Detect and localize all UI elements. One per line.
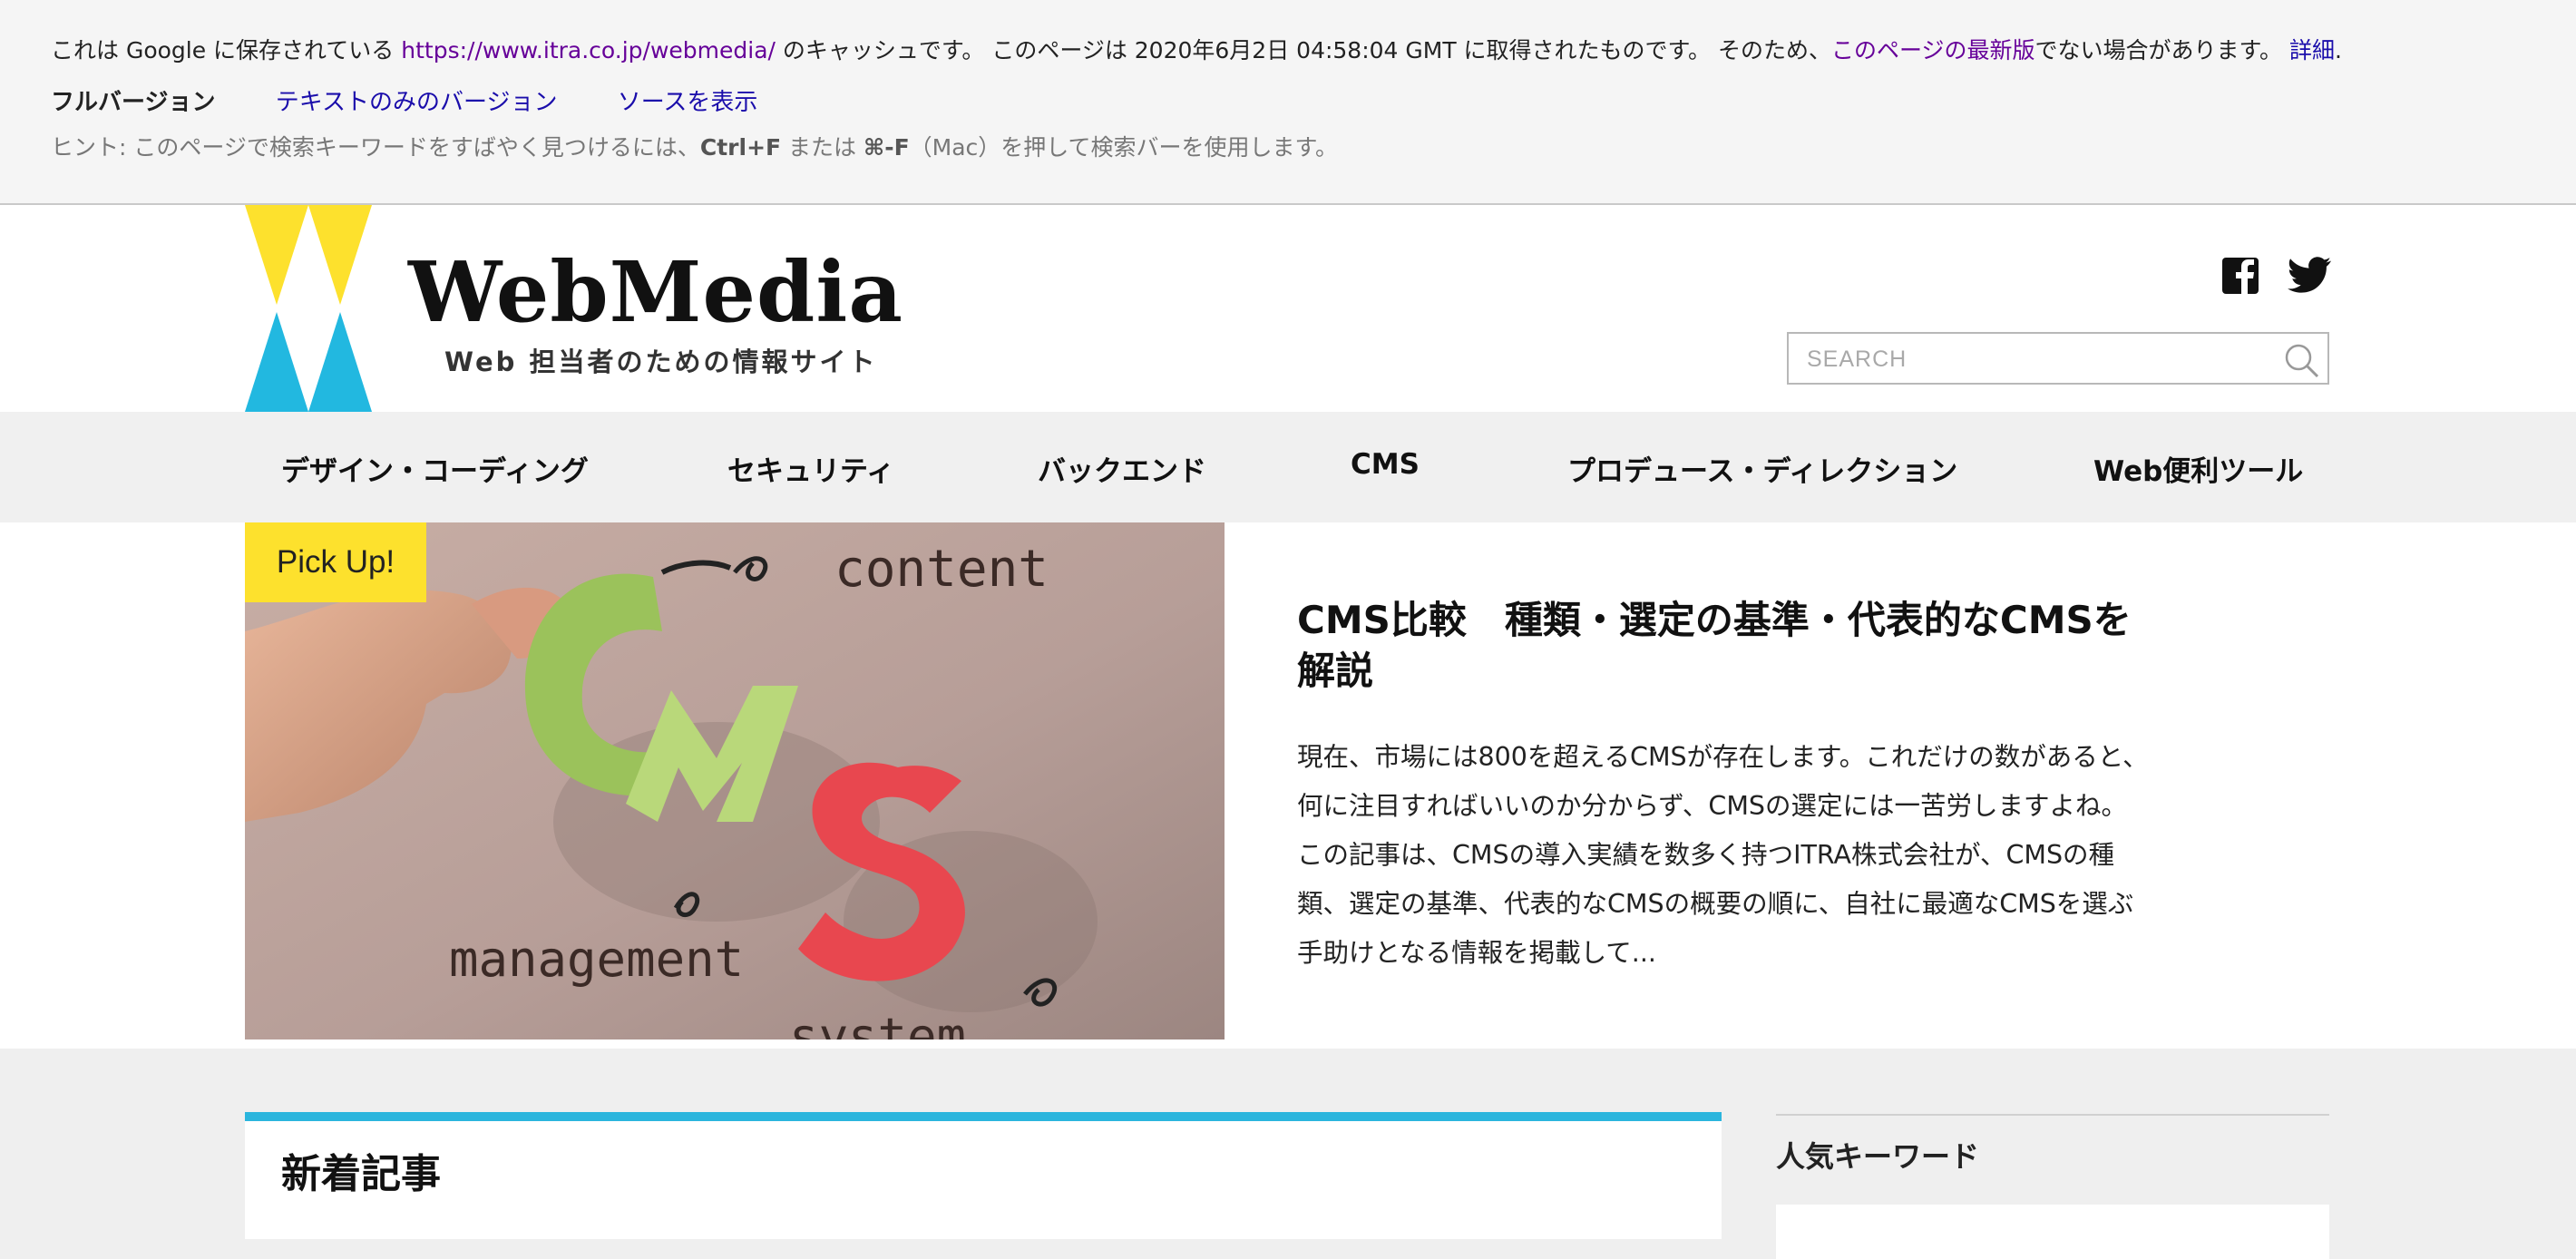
facebook-icon[interactable]	[2220, 252, 2264, 296]
pickup-excerpt: 現在、市場には800を超えるCMSが存在します。これだけの数があると、何に注目す…	[1297, 742, 2149, 968]
nav-item-backend[interactable]: バックエンド	[1038, 448, 1206, 489]
new-articles-heading: 新着記事	[281, 1151, 441, 1197]
logo-wordmark: WebMedia	[408, 243, 903, 341]
popular-keywords-heading: 人気キーワード	[1776, 1139, 1980, 1174]
nav-item-security[interactable]: セキュリティ	[727, 448, 894, 489]
nav-item-web-tools[interactable]: Web便利ツール	[2093, 448, 2303, 489]
new-articles-section: 新着記事	[245, 1112, 1722, 1239]
twitter-icon[interactable]	[2288, 252, 2332, 296]
nav-item-produce-direction[interactable]: プロデュース・ディレクション	[1567, 448, 1957, 489]
cached-url-link[interactable]: https://www.itra.co.jp/webmedia/	[401, 37, 776, 63]
nav-item-cms[interactable]: CMS	[1351, 448, 1420, 481]
search-box	[1787, 332, 2329, 385]
site-logo[interactable]: WebMedia Web 担当者のための情報サイト	[245, 205, 903, 412]
cache-hint: ヒント: このページで検索キーワードをすばやく見つけるには、Ctrl+F または…	[51, 134, 1339, 161]
view-source-link[interactable]: ソースを表示	[618, 89, 758, 116]
site-header: WebMedia Web 担当者のための情報サイト	[0, 205, 2576, 412]
nav-item-design-coding[interactable]: デザイン・コーディング	[281, 448, 589, 489]
cache-version-links: フルバージョン テキストのみのバージョン ソースを表示	[51, 83, 810, 117]
pickup-section: content management system Pick Up! CMS比較…	[0, 522, 2576, 1049]
latest-version-link[interactable]: このページの最新版	[1831, 37, 2035, 63]
image-word-content: content	[834, 540, 1049, 599]
details-link[interactable]: 詳細	[2289, 37, 2335, 63]
main-nav: デザイン・コーディング セキュリティ バックエンド CMS プロデュース・ディレ…	[0, 412, 2576, 522]
google-cache-banner: これは Google に保存されている https://www.itra.co.…	[0, 0, 2576, 205]
popular-keywords-section: 人気キーワード	[1776, 1114, 2329, 1259]
popular-keywords-box	[1776, 1205, 2329, 1259]
cache-notice: これは Google に保存されている https://www.itra.co.…	[51, 37, 2342, 63]
text-only-version-link[interactable]: テキストのみのバージョン	[276, 89, 558, 116]
search-input[interactable]	[1805, 341, 2262, 377]
logo-tagline: Web 担当者のための情報サイト	[444, 346, 878, 377]
image-word-system: system	[789, 1008, 966, 1039]
pickup-title[interactable]: CMS比較 種類・選定の基準・代表的なCMSを解説	[1297, 595, 2150, 697]
search-icon[interactable]	[2282, 341, 2320, 379]
image-word-management: management	[449, 931, 744, 988]
logo-mark-icon	[245, 205, 372, 412]
full-version-label: フルバージョン	[51, 89, 216, 116]
pickup-badge: Pick Up!	[245, 522, 426, 602]
